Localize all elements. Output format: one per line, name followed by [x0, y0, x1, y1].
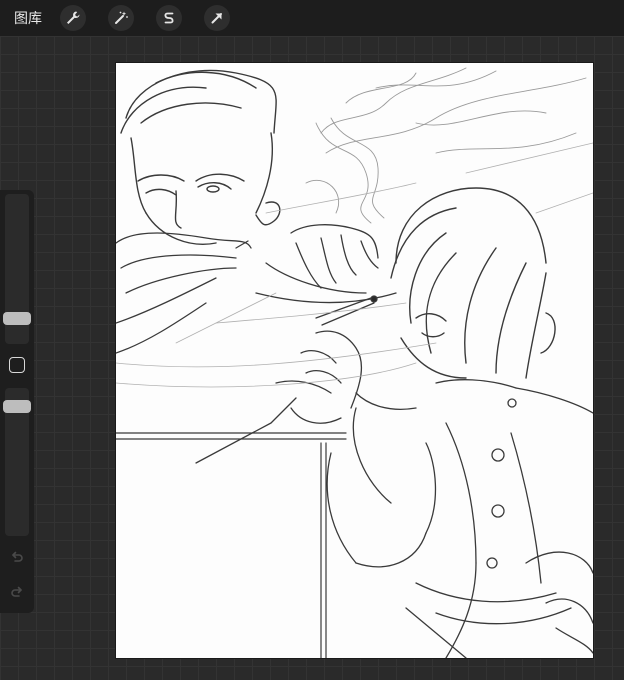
- redo-icon[interactable]: [9, 584, 25, 600]
- actions-button[interactable]: [60, 5, 86, 31]
- left-sidebar: [0, 190, 34, 613]
- adjustments-button[interactable]: [108, 5, 134, 31]
- wrench-icon: [67, 11, 80, 24]
- selection-s-icon: [164, 12, 174, 24]
- magic-wand-icon: [115, 11, 128, 24]
- sketch-artwork: [116, 67, 593, 658]
- modify-button[interactable]: [9, 357, 25, 373]
- transform-button[interactable]: [204, 5, 230, 31]
- opacity-thumb[interactable]: [3, 400, 31, 413]
- brush-size-thumb[interactable]: [3, 312, 31, 325]
- drawing-canvas[interactable]: [116, 63, 593, 658]
- undo-icon[interactable]: [9, 549, 25, 565]
- arrow-cursor-icon: [211, 13, 222, 24]
- top-toolbar: 图库: [0, 0, 624, 36]
- procreate-app: 图库: [0, 0, 624, 680]
- gallery-button[interactable]: 图库: [14, 8, 42, 28]
- selection-button[interactable]: [156, 5, 182, 31]
